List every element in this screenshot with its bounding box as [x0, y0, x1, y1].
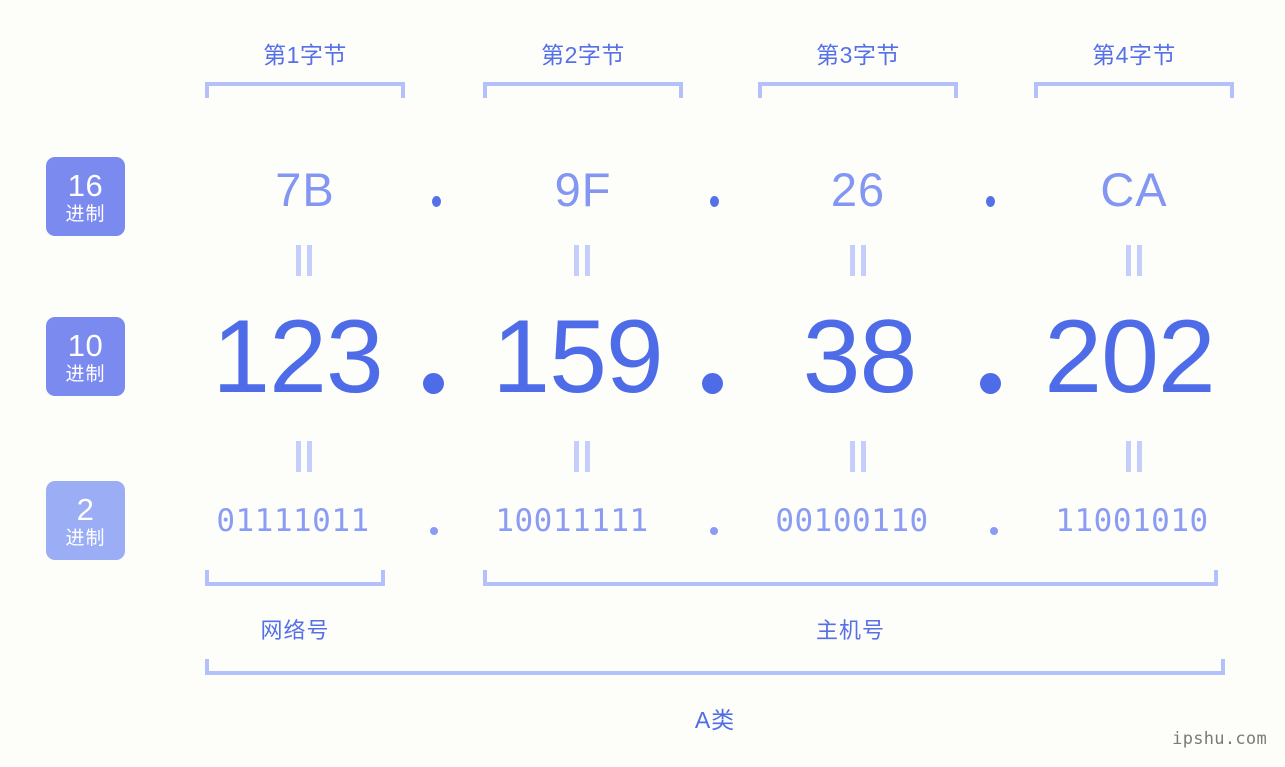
radix-badge-decimal-unit: 进制	[65, 363, 106, 385]
hex-byte-1: 7B	[275, 163, 335, 216]
hex-byte-4: CA	[1100, 163, 1168, 216]
binary-separator-1	[430, 527, 438, 535]
equals-mark-hex-dec-1	[296, 245, 313, 276]
segment-label-host: 主机号	[815, 618, 885, 643]
decimal-separator-3	[980, 373, 1001, 394]
decimal-byte-2: 159	[492, 299, 664, 415]
radix-badge-decimal: 10 进制	[46, 317, 125, 396]
decimal-byte-1: 123	[212, 299, 384, 415]
byte-header-label-4: 第4字节	[1092, 42, 1176, 68]
byte-header-label-2: 第2字节	[541, 42, 625, 68]
binary-byte-2: 10011111	[495, 503, 649, 539]
segment-bracket-host	[483, 570, 1218, 586]
equals-mark-dec-bin-1	[296, 441, 313, 472]
byte-bracket-2	[483, 82, 683, 98]
site-watermark: ipshu.com	[1172, 729, 1267, 749]
ip-class-bracket	[205, 659, 1225, 675]
radix-badge-binary-number: 2	[76, 491, 95, 527]
binary-byte-1: 01111011	[216, 503, 370, 539]
binary-byte-3: 00100110	[775, 503, 929, 539]
equals-mark-dec-bin-2	[574, 441, 591, 472]
byte-header-label-1: 第1字节	[263, 42, 347, 68]
radix-badge-decimal-number: 10	[67, 327, 104, 363]
byte-header-label-3: 第3字节	[816, 42, 900, 68]
hex-byte-2: 9F	[554, 163, 612, 216]
hex-separator-1	[432, 196, 441, 207]
decimal-separator-2	[702, 373, 723, 394]
ip-breakdown-diagram: 第1字节 第2字节 第3字节 第4字节 16 进制 10 进制 2 进制 7B …	[0, 0, 1285, 767]
equals-mark-dec-bin-4	[1126, 441, 1143, 472]
radix-badge-binary: 2 进制	[46, 481, 125, 560]
segment-label-network: 网络号	[260, 618, 330, 643]
byte-bracket-4	[1034, 82, 1234, 98]
ip-class-label: A类	[694, 707, 736, 733]
decimal-byte-3: 38	[802, 299, 918, 415]
byte-bracket-3	[758, 82, 958, 98]
segment-bracket-network	[205, 570, 385, 586]
radix-badge-hex-unit: 进制	[65, 203, 106, 225]
byte-bracket-1	[205, 82, 405, 98]
binary-byte-4: 11001010	[1055, 503, 1209, 539]
decimal-byte-4: 202	[1044, 299, 1216, 415]
hex-separator-2	[710, 196, 719, 207]
binary-separator-3	[990, 527, 998, 535]
radix-badge-hex-number: 16	[67, 167, 104, 203]
binary-separator-2	[710, 527, 718, 535]
equals-mark-hex-dec-4	[1126, 245, 1143, 276]
hex-separator-3	[986, 196, 995, 207]
radix-badge-hex: 16 进制	[46, 157, 125, 236]
equals-mark-dec-bin-3	[850, 441, 867, 472]
decimal-separator-1	[423, 373, 444, 394]
equals-mark-hex-dec-2	[574, 245, 591, 276]
equals-mark-hex-dec-3	[850, 245, 867, 276]
hex-byte-3: 26	[830, 163, 886, 216]
radix-badge-binary-unit: 进制	[65, 527, 106, 549]
